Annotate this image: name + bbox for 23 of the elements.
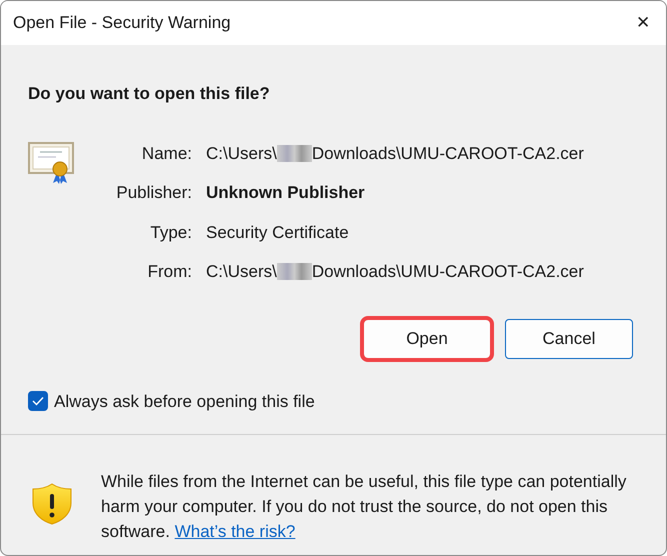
field-value: Unknown Publisher: [206, 183, 365, 202]
path-text: C:\Users\: [206, 144, 277, 162]
field-label: From:: [146, 261, 192, 283]
redacted-blur: [276, 144, 312, 162]
field-label: Type:: [149, 222, 192, 244]
close-button[interactable]: ✕: [620, 1, 666, 45]
checkbox-label[interactable]: Always ask before opening this file: [54, 388, 315, 414]
check-icon: [32, 396, 44, 406]
field-label: Name:: [140, 142, 192, 164]
path-text: Downloads\UMU-CAROOT-CA2.cer: [312, 262, 584, 281]
question-heading: Do you want to open this file?: [28, 83, 271, 105]
checkbox[interactable]: [28, 391, 48, 412]
warning-shield-icon: [31, 483, 73, 525]
redacted-blur: [276, 263, 312, 280]
path-text: Downloads\UMU-CAROOT-CA2.cer: [312, 144, 584, 162]
risk-link[interactable]: What’s the risk?: [174, 522, 296, 541]
warning-paragraph: While files from the Internet can be useful, this file type can potentially harm your computer. If you do not trust the source, do not open this software. What’s the risk?: [101, 471, 628, 543]
certificate-icon: [28, 140, 76, 184]
dialog-button[interactable]: Cancel: [505, 318, 633, 358]
field-value: Security Certificate: [206, 222, 349, 242]
field-label: Publisher:: [115, 182, 192, 204]
path-text: C:\Users\: [206, 262, 277, 281]
window-title: Open File - Security Warning: [13, 12, 231, 34]
